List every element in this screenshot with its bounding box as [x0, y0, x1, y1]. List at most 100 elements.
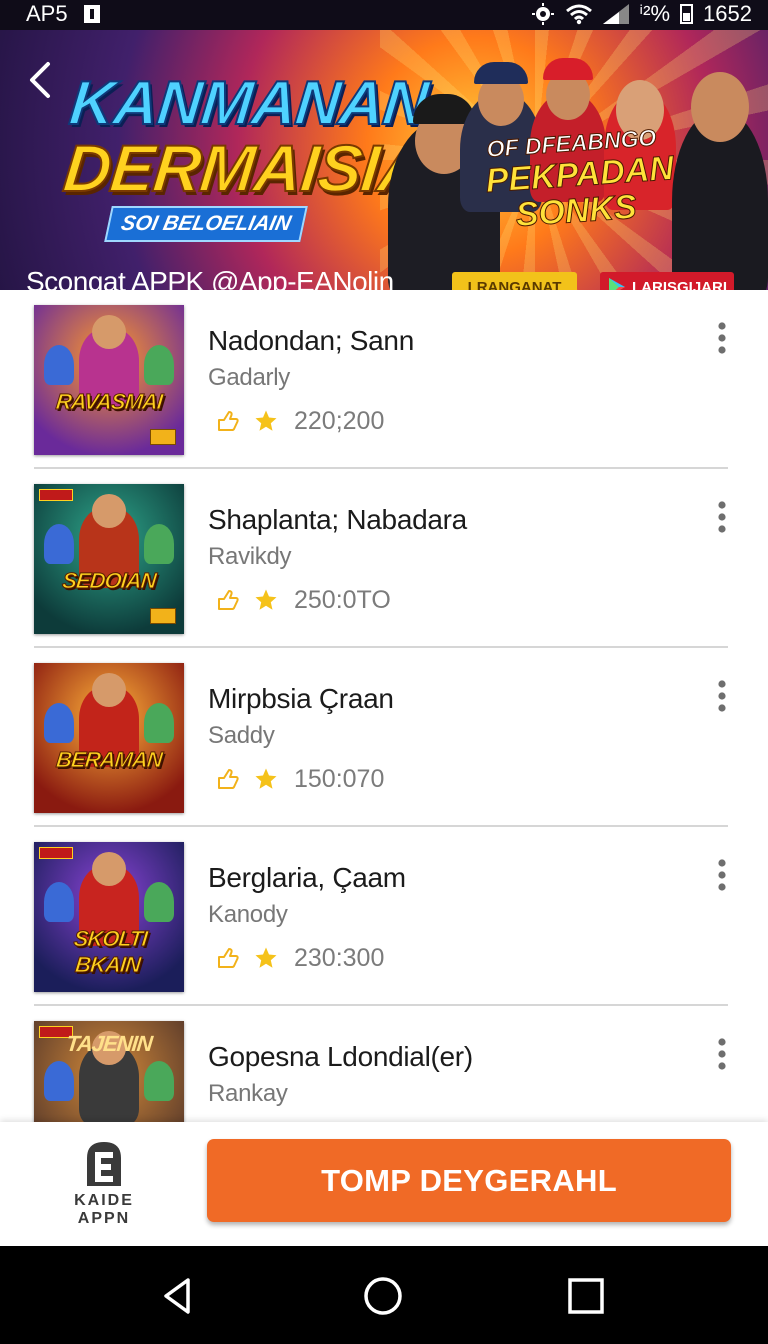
banner-ribbon: SOI BELOELIAIN — [104, 206, 308, 242]
list-item[interactable]: BERAMAN Mirpbsia Çraan Saddy 150:070 — [0, 648, 768, 827]
thumb-logo-text: BERAMAN — [55, 747, 164, 773]
more-vert-icon — [718, 322, 726, 354]
star-icon — [255, 410, 277, 431]
more-options-button[interactable] — [710, 499, 734, 535]
primary-cta-button[interactable]: TOMP DEYGERAHL — [207, 1139, 731, 1222]
eye-comfort-icon — [532, 3, 555, 25]
download-count: 230:300 — [294, 943, 385, 972]
more-vert-icon — [718, 680, 726, 712]
game-thumbnail[interactable]: BERAMAN — [34, 663, 184, 813]
thumb-logo-text: RAVASMAI — [54, 389, 164, 415]
game-developer: Rankay — [208, 1080, 288, 1107]
game-title[interactable]: Berglaria, Çaam — [208, 862, 406, 894]
list-item[interactable]: TAJENIN Gopesna Ldondial(er) Rankay — [0, 1006, 768, 1122]
notification-icon — [83, 5, 100, 23]
star-icon — [255, 589, 277, 610]
list-item[interactable]: SKOLTI BKAIN Berglaria, Çaam Kanody 230:… — [0, 827, 768, 1006]
status-left: AP5 — [26, 1, 100, 27]
nav-back-button[interactable] — [156, 1274, 200, 1318]
banner-person-5 — [672, 72, 768, 290]
more-options-button[interactable] — [710, 678, 734, 714]
download-count: 150:070 — [294, 764, 385, 793]
thumb-hero-head — [92, 315, 126, 349]
game-thumbnail[interactable]: RAVASMAI — [34, 305, 184, 455]
thumb-hero-head — [92, 673, 126, 707]
thumb-character — [144, 882, 174, 922]
game-title[interactable]: Nadondan; Sann — [208, 325, 414, 357]
game-developer: Ravikdy — [208, 543, 292, 570]
thumb-tag — [39, 489, 73, 501]
thumb-icon — [218, 411, 239, 431]
thumb-icon — [218, 590, 239, 610]
app-logo-line2: APPN — [77, 1210, 131, 1227]
thumb-logo-text: SKOLTI BKAIN — [72, 926, 149, 978]
banner-button-2-label: LARISGIJARI — [632, 278, 728, 291]
banner-title-line1: KANMANAN — [65, 68, 431, 139]
back-button[interactable] — [22, 58, 62, 102]
star-icon — [255, 947, 277, 968]
more-vert-icon — [718, 1038, 726, 1070]
wifi-icon — [566, 4, 593, 25]
thumb-character — [44, 703, 74, 743]
game-stats: 230:300 — [216, 943, 384, 973]
list-item[interactable]: RAVASMAI Nadondan; Sann Gadarly 220;200 — [0, 290, 768, 469]
thumb-character — [44, 524, 74, 564]
banner-button-2[interactable]: LARISGIJARI — [600, 272, 734, 290]
back-arrow-icon — [30, 62, 50, 98]
nav-recent-icon — [568, 1278, 604, 1314]
game-stats: 220;200 — [216, 406, 384, 436]
thumb-hero-head — [92, 494, 126, 528]
app-logo[interactable]: KAIDE APPN — [58, 1138, 150, 1232]
game-developer: Saddy — [208, 722, 275, 749]
game-stats: 250:0TO — [216, 585, 391, 615]
thumb-icon — [218, 769, 239, 789]
download-count: 250:0TO — [294, 585, 391, 614]
game-thumbnail[interactable]: SEDOIAN — [34, 484, 184, 634]
thumb-badge — [150, 429, 176, 445]
game-title[interactable]: Gopesna Ldondial(er) — [208, 1041, 473, 1073]
nav-recent-button[interactable] — [564, 1274, 608, 1318]
thumb-character — [144, 703, 174, 743]
battery-percent: ⁱ²% — [639, 1, 671, 26]
download-count: 220;200 — [294, 406, 385, 435]
banner-button-1[interactable]: LRANGANAT — [452, 272, 577, 290]
nav-back-icon — [164, 1278, 190, 1314]
clock: 1652 — [703, 1, 752, 26]
play-store-icon — [609, 278, 625, 290]
game-title[interactable]: Mirpbsia Çraan — [208, 683, 394, 715]
game-developer: Gadarly — [208, 364, 290, 391]
thumb-character — [44, 345, 74, 385]
thumb-badge — [150, 608, 176, 624]
game-list[interactable]: RAVASMAI Nadondan; Sann Gadarly 220;200 … — [0, 290, 768, 1122]
thumb-character — [44, 1061, 74, 1101]
more-vert-icon — [718, 859, 726, 891]
thumb-logo-text: SEDOIAN — [61, 568, 158, 594]
thumb-character — [44, 882, 74, 922]
game-title[interactable]: Shaplanta; Nabadara — [208, 504, 467, 536]
system-nav-bar — [0, 1246, 768, 1344]
game-stats: 150:070 — [216, 764, 384, 794]
carrier-label: AP5 — [26, 1, 68, 26]
app-logo-line1: KAIDE — [74, 1192, 134, 1209]
banner-subtitle: Scongat APPK @App-EANolin — [26, 266, 394, 290]
game-thumbnail[interactable]: TAJENIN — [34, 1021, 184, 1122]
game-developer: Kanody — [208, 901, 288, 928]
hero-banner[interactable]: KANMANAN DERMAISIAI SOI BELOELIAIN OF DF… — [0, 30, 768, 290]
banner-promo: OF DFEABNGO PEKPADAN SONKS — [483, 124, 675, 235]
more-options-button[interactable] — [710, 320, 734, 356]
more-options-button[interactable] — [710, 1036, 734, 1072]
thumb-hero-head — [92, 852, 126, 886]
nav-home-icon — [364, 1277, 402, 1315]
app-logo-icon — [87, 1142, 121, 1186]
thumb-character — [144, 1061, 174, 1101]
bottom-action-bar: KAIDE APPN TOMP DEYGERAHL — [0, 1122, 768, 1246]
star-icon — [255, 768, 277, 789]
thumb-logo-text: TAJENIN — [64, 1031, 154, 1056]
more-options-button[interactable] — [710, 857, 734, 893]
game-thumbnail[interactable]: SKOLTI BKAIN — [34, 842, 184, 992]
nav-home-button[interactable] — [361, 1274, 405, 1318]
more-vert-icon — [718, 501, 726, 533]
status-bar: AP5 ⁱ²% 1652 — [0, 0, 768, 30]
thumb-tag — [39, 847, 73, 859]
list-item[interactable]: SEDOIAN Shaplanta; Nabadara Ravikdy 250:… — [0, 469, 768, 648]
